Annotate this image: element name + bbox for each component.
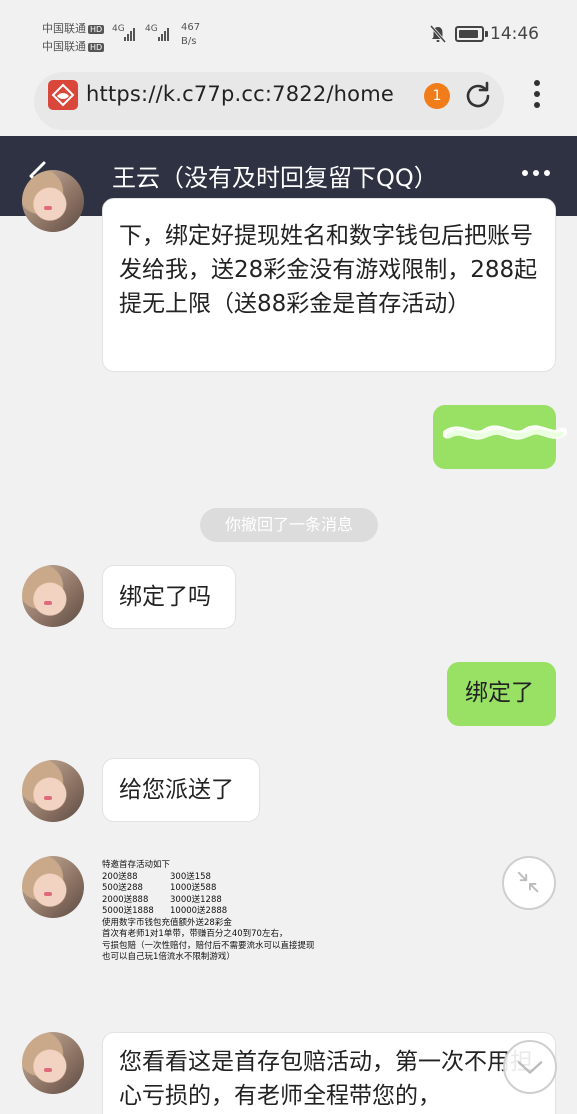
browser-toolbar: https://k.c77p.cc:7822/home 1 (0, 66, 577, 136)
browser-menu-icon[interactable] (530, 80, 544, 112)
network-type-2: 4G (145, 24, 158, 34)
promo-row: 5000送1888 10000送2888 (102, 906, 228, 916)
contact-avatar[interactable] (22, 760, 84, 822)
promo-line: 也可以自己玩1倍流水不限制游戏） (102, 952, 235, 962)
status-bar: 中国联通 HD 中国联通 HD 4G 4G 467 B/s 14:46 (0, 0, 577, 66)
promo-line: 首次有老师1对1单带，带赚百分之40到70左右， (102, 929, 288, 939)
tab-count-badge[interactable]: 1 (424, 83, 450, 109)
battery-tip (485, 31, 488, 37)
message-text: 您看看这是首存包赔活动，第一次不用担心亏损的，有老师全程带您的， (119, 1049, 533, 1109)
mute-bell-icon (430, 25, 446, 43)
collapse-arrows-icon (517, 871, 539, 893)
carrier-1: 中国联通 HD (42, 22, 105, 35)
chevron-down-icon (517, 1061, 543, 1074)
reload-icon[interactable] (464, 81, 492, 109)
signal-bars-2-icon (158, 28, 169, 41)
minimize-float-button[interactable] (502, 856, 556, 910)
message-text: 给您派送了 (119, 777, 234, 803)
redaction-scribble (443, 425, 567, 440)
network-speed: 467 B/s (181, 22, 201, 47)
site-favicon-icon (48, 80, 78, 110)
message-incoming: 绑定了吗 (102, 565, 236, 629)
contact-avatar[interactable] (22, 856, 84, 918)
clock: 14:46 (490, 24, 539, 44)
promo-line: 使用数字币钱包充值额外送28彩金 (102, 917, 232, 928)
message-incoming: 给您派送了 (102, 758, 260, 822)
url-text[interactable]: https://k.c77p.cc:7822/home (86, 82, 394, 106)
message-outgoing: 绑定了 (447, 662, 556, 726)
signal-bars-1-icon (124, 28, 135, 41)
message-incoming: 您看看这是首存包赔活动，第一次不用担心亏损的，有老师全程带您的， (102, 1032, 556, 1114)
message-text: 下，绑定好提现姓名和数字钱包后把账号发给我，送28彩金没有游戏限制，288起提无… (119, 223, 538, 317)
message-text: 绑定了 (465, 680, 534, 706)
contact-avatar[interactable] (22, 1032, 84, 1094)
battery-icon (455, 26, 484, 42)
message-text: 绑定了吗 (119, 584, 211, 610)
promo-title: 特邀首存活动如下 (102, 860, 171, 870)
promo-row: 2000送888 3000送1288 (102, 894, 222, 905)
contact-avatar[interactable] (22, 170, 84, 232)
scroll-to-bottom-button[interactable] (503, 1040, 557, 1094)
carrier-2: 中国联通 HD (42, 40, 105, 53)
promo-row: 200送88 300送158 (102, 871, 211, 882)
promo-line: 亏损包赔（一次性赔付，赔付后不需要流水可以直接提现 (102, 940, 315, 951)
network-type-1: 4G (112, 24, 125, 34)
recalled-message-notice: 你撤回了一条消息 (200, 508, 378, 542)
contact-avatar[interactable] (22, 565, 84, 627)
promo-row: 500送288 1000送588 (102, 883, 217, 893)
promo-image-message[interactable]: 特邀首存活动如下 200送88 300送158 500送288 1000送588 2… (102, 860, 362, 990)
message-incoming: 下，绑定好提现姓名和数字钱包后把账号发给我，送28彩金没有游戏限制，288起提无… (102, 198, 556, 372)
more-options-icon[interactable] (522, 170, 550, 176)
chat-title: 王云（没有及时回复留下QQ） (112, 164, 438, 192)
